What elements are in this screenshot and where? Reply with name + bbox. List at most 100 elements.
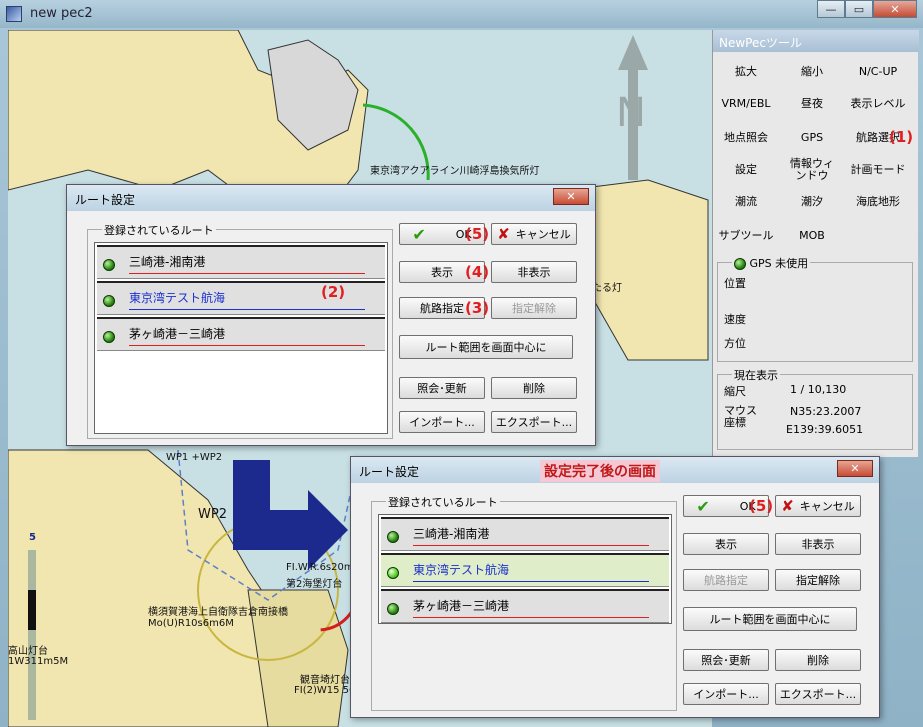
- map-label-light9: 高山灯台: [8, 646, 48, 657]
- route-led-icon: [103, 295, 115, 307]
- center-route-button[interactable]: ルート範囲を画面中心に: [683, 607, 857, 631]
- tool-gps[interactable]: GPS: [779, 132, 845, 144]
- map-label-wp2: WP2: [198, 507, 227, 522]
- annotation-5: (5): [749, 497, 774, 515]
- assign-route-button[interactable]: 航路指定: [683, 569, 769, 591]
- tool-day-night[interactable]: 昼夜: [779, 98, 845, 110]
- unassign-route-button[interactable]: 指定解除: [775, 569, 861, 591]
- delete-button[interactable]: 削除: [491, 377, 577, 399]
- map-label-light3: FI.W.R.6s20m: [286, 562, 354, 573]
- show-button[interactable]: 表示: [683, 533, 769, 555]
- gps-heading-label: 方位: [724, 337, 746, 350]
- query-update-button[interactable]: 照会･更新: [683, 649, 769, 671]
- tool-plan-mode[interactable]: 計画モード: [845, 164, 911, 176]
- annotation-2: (2): [321, 283, 346, 301]
- map-label-light8: FI(2)W15 56: [294, 685, 356, 696]
- tool-tidal-current[interactable]: 潮流: [713, 196, 779, 208]
- map-label-light7: 観音埼灯台: [300, 675, 350, 686]
- hide-button[interactable]: 非表示: [491, 261, 577, 283]
- annotation-1: (1): [889, 128, 914, 146]
- x-icon: ✘: [497, 225, 510, 243]
- routes-group-label: 登録されているルート: [386, 494, 500, 510]
- route-led-icon: [387, 567, 399, 579]
- tool-mob[interactable]: MOB: [779, 230, 845, 242]
- registered-routes-group: 登録されているルート 三崎港-湘南港 東京湾テスト航海 茅ヶ崎港－三崎港: [87, 222, 393, 439]
- route-item[interactable]: 三崎港-湘南港: [97, 245, 385, 279]
- export-button[interactable]: エクスポート...: [491, 411, 577, 433]
- route-name: 東京湾テスト航海: [129, 291, 226, 305]
- route-name: 茅ヶ崎港－三崎港: [129, 327, 226, 341]
- check-icon: ✔: [696, 496, 710, 516]
- main-window: new pec2 — ▭ ✕ 東京湾アクアライン川崎浮島換気所灯 たる灯 WP1…: [0, 0, 923, 727]
- gps-group: GPS 未使用 位置 速度 方位: [717, 255, 913, 362]
- mouse-coord-label: マウス座標: [724, 404, 757, 429]
- map-label-light6: Mo(U)R10s6m6M: [148, 618, 234, 629]
- north-label: N: [616, 90, 646, 136]
- titlebar: new pec2 — ▭ ✕: [0, 0, 923, 28]
- scale-label: 縮尺: [724, 385, 746, 398]
- transition-arrow: [233, 460, 348, 570]
- tool-zoom-in[interactable]: 拡大: [713, 66, 779, 78]
- route-list[interactable]: 三崎港-湘南港 東京湾テスト航海 茅ヶ崎港－三崎港: [378, 514, 672, 624]
- annotation-4: (4): [465, 263, 490, 281]
- cancel-button[interactable]: ✘ キャンセル: [775, 495, 861, 517]
- route-led-icon: [387, 603, 399, 615]
- route-led-icon: [103, 259, 115, 271]
- route-name: 東京湾テスト航海: [413, 563, 510, 577]
- delete-button[interactable]: 削除: [775, 649, 861, 671]
- import-button[interactable]: インポート...: [683, 683, 769, 705]
- route-color-line: [129, 309, 365, 310]
- dialog-close-button[interactable]: ✕: [553, 188, 589, 205]
- query-update-button[interactable]: 照会･更新: [399, 377, 485, 399]
- route-item-selected[interactable]: 東京湾テスト航海: [381, 553, 669, 587]
- route-led-icon: [103, 331, 115, 343]
- dialog-close-button[interactable]: ✕: [837, 460, 873, 477]
- tool-seafloor[interactable]: 海底地形: [845, 196, 911, 208]
- window-controls: — ▭ ✕: [817, 0, 917, 18]
- x-icon: ✘: [781, 497, 794, 515]
- map-label-light10: 1W311m5M: [8, 656, 69, 667]
- route-color-line: [413, 617, 649, 618]
- mouse-lon: E139:39.6051: [786, 423, 864, 436]
- map-label-light5: 横須賀港海上自衛隊吉倉南接橋: [148, 607, 288, 618]
- route-color-line: [129, 273, 365, 274]
- annotation-5: (5): [465, 225, 490, 243]
- tool-zoom-out[interactable]: 縮小: [779, 66, 845, 78]
- scale-value: 1 / 10,130: [790, 383, 847, 396]
- map-label-light2: たる灯: [592, 283, 622, 294]
- route-color-line: [129, 345, 365, 346]
- import-button[interactable]: インポート...: [399, 411, 485, 433]
- tool-subtools[interactable]: サブツール: [713, 230, 779, 242]
- annotation-3: (3): [465, 299, 490, 317]
- route-item[interactable]: 茅ヶ崎港－三崎港: [381, 589, 669, 623]
- route-color-line: [413, 545, 649, 546]
- tool-info-window[interactable]: 情報ウィンドウ: [789, 158, 835, 182]
- minimize-button[interactable]: —: [817, 0, 845, 18]
- unassign-route-button[interactable]: 指定解除: [491, 297, 577, 319]
- cancel-button[interactable]: ✘ キャンセル: [491, 223, 577, 245]
- tool-display-level[interactable]: 表示レベル: [845, 98, 911, 110]
- tool-panel-title: NewPecツール: [713, 30, 919, 52]
- scale-bar: [28, 550, 36, 720]
- map-label-wp1: WP1 +WP2: [166, 452, 223, 463]
- route-settings-dialog-after: ルート設定 ✕ 登録されているルート 三崎港-湘南港 東京湾テスト航海 茅ヶ崎港…: [350, 456, 880, 718]
- newpec-tool-panel: NewPecツール 拡大 縮小 N/C-UP VRM/EBL 昼夜 表示レベル …: [712, 30, 919, 457]
- tool-settings[interactable]: 設定: [713, 164, 779, 176]
- tool-nc-up[interactable]: N/C-UP: [845, 66, 911, 78]
- tool-tide[interactable]: 潮汐: [779, 196, 845, 208]
- dialog-title: ルート設定: [67, 185, 595, 211]
- route-color-line: [413, 581, 649, 582]
- center-route-button[interactable]: ルート範囲を画面中心に: [399, 335, 573, 359]
- route-item[interactable]: 三崎港-湘南港: [381, 517, 669, 551]
- route-item[interactable]: 茅ヶ崎港－三崎港: [97, 317, 385, 351]
- tool-point-query[interactable]: 地点照会: [713, 132, 779, 144]
- tool-vrm-ebl[interactable]: VRM/EBL: [713, 98, 779, 110]
- mouse-lat: N35:23.2007: [790, 405, 862, 418]
- route-list[interactable]: 三崎港-湘南港 東京湾テスト航海 茅ヶ崎港－三崎港: [94, 242, 388, 434]
- check-icon: ✔: [412, 224, 426, 244]
- export-button[interactable]: エクスポート...: [775, 683, 861, 705]
- close-button[interactable]: ✕: [873, 0, 917, 18]
- maximize-button[interactable]: ▭: [845, 0, 873, 18]
- hide-button[interactable]: 非表示: [775, 533, 861, 555]
- app-title: new pec2: [30, 6, 93, 21]
